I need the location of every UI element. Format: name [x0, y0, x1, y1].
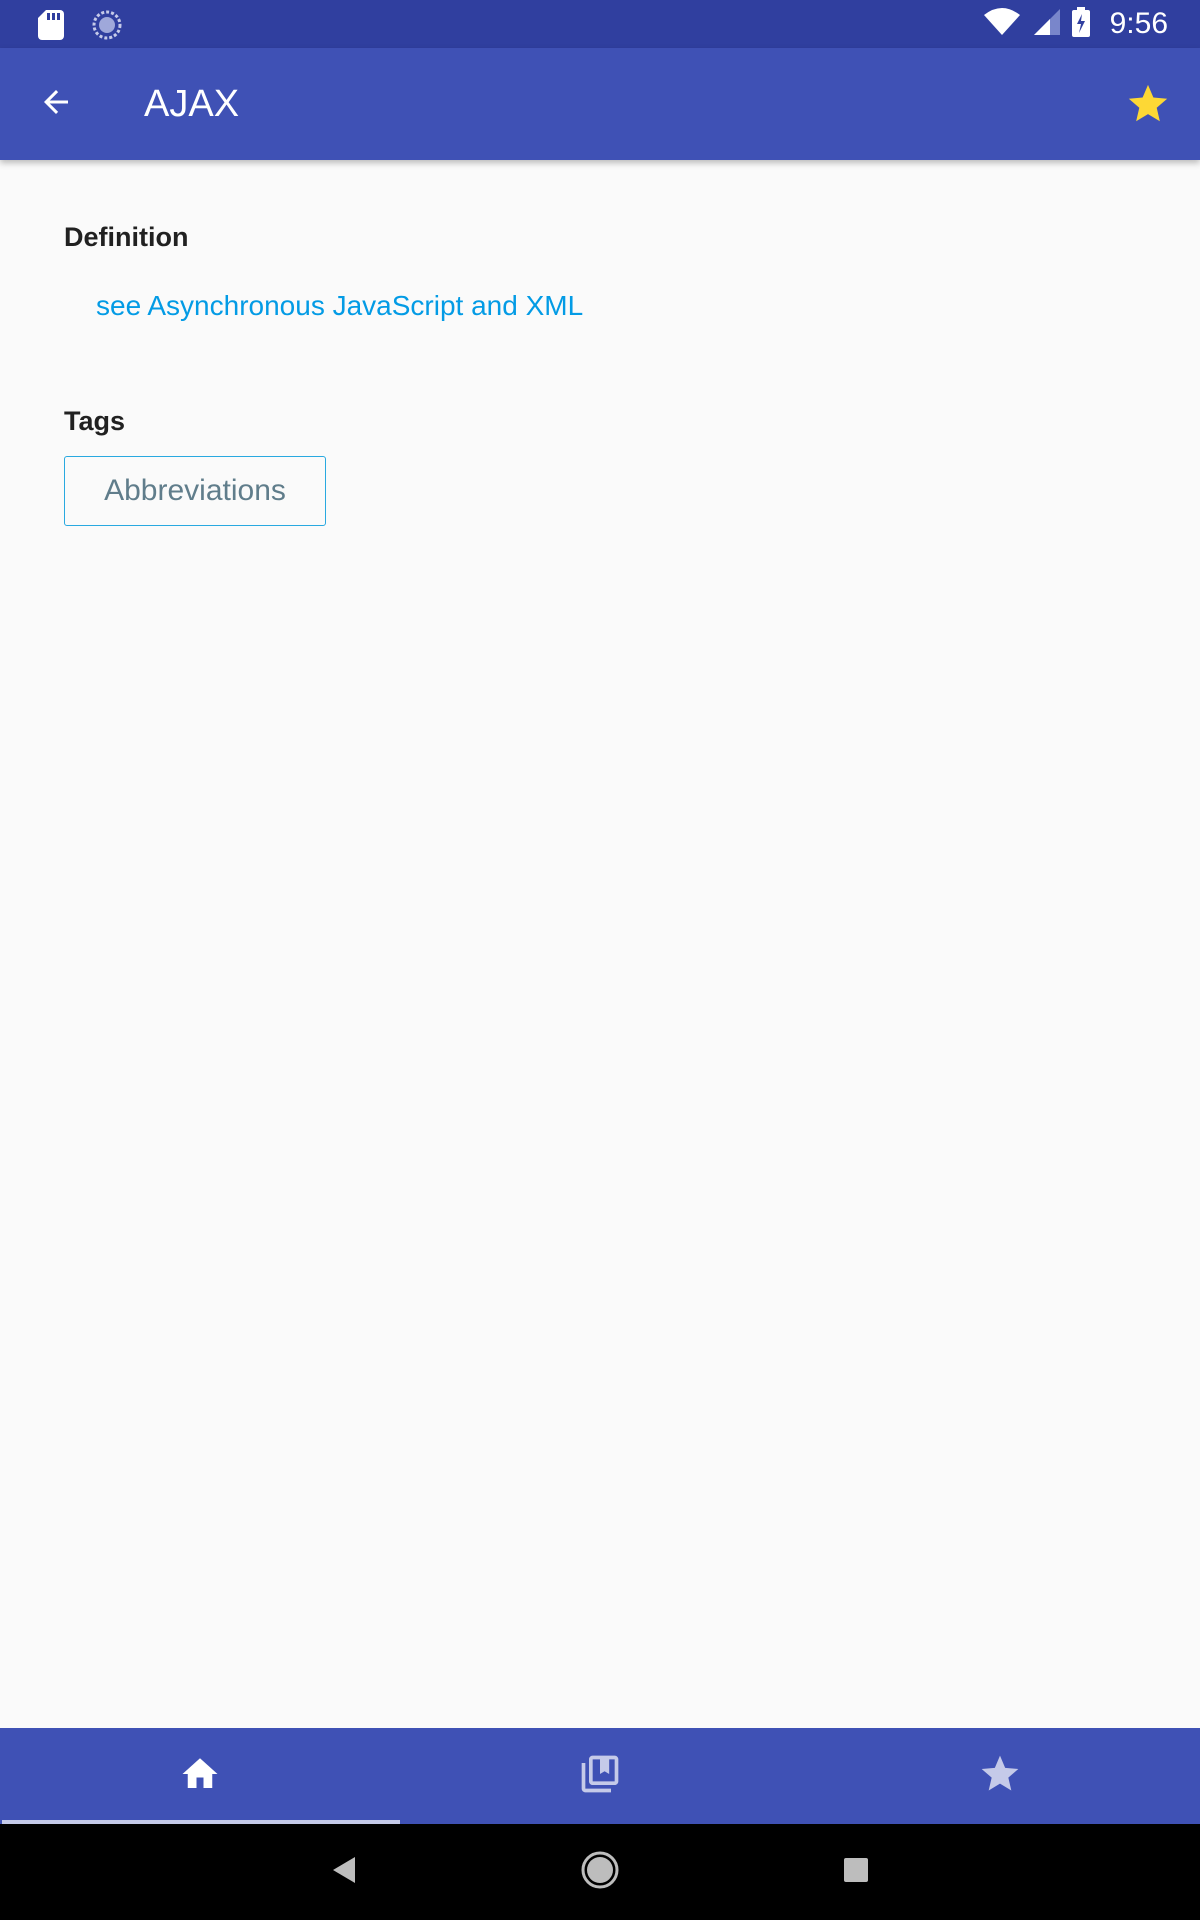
recents-square-icon — [842, 1856, 870, 1889]
favorite-button[interactable] — [1120, 78, 1176, 134]
arrow-back-icon — [38, 84, 74, 125]
back-button[interactable] — [28, 76, 84, 132]
battery-charging-icon — [1071, 6, 1090, 42]
home-circle-icon — [580, 1850, 620, 1895]
back-triangle-icon — [329, 1855, 359, 1890]
sync-icon — [92, 10, 122, 45]
nav-tab-library[interactable] — [400, 1728, 800, 1824]
home-icon — [179, 1753, 221, 1800]
app-bar: AJAX — [0, 48, 1200, 160]
wifi-icon — [983, 7, 1020, 42]
library-books-icon — [578, 1752, 622, 1801]
system-back-button[interactable] — [320, 1848, 368, 1896]
system-navigation-bar — [0, 1824, 1200, 1920]
star-icon — [1125, 81, 1171, 132]
sd-card-icon — [38, 10, 64, 45]
star-icon — [978, 1752, 1022, 1801]
nav-tab-favorites[interactable] — [800, 1728, 1200, 1824]
tags-heading: Tags — [64, 406, 126, 436]
definition-link[interactable]: see Asynchronous JavaScript and XML — [96, 290, 583, 322]
signal-icon — [1032, 7, 1060, 42]
page-title: AJAX — [144, 83, 240, 125]
nav-tab-home[interactable] — [0, 1728, 400, 1824]
status-bar: 9:56 — [0, 0, 1200, 48]
system-home-button[interactable] — [576, 1848, 624, 1896]
system-recents-button[interactable] — [832, 1848, 880, 1896]
status-time: 9:56 — [1109, 7, 1168, 40]
bottom-navigation — [0, 1728, 1200, 1824]
definition-heading: Definition — [64, 222, 189, 252]
tag-chip-abbreviations[interactable]: Abbreviations — [64, 456, 326, 526]
